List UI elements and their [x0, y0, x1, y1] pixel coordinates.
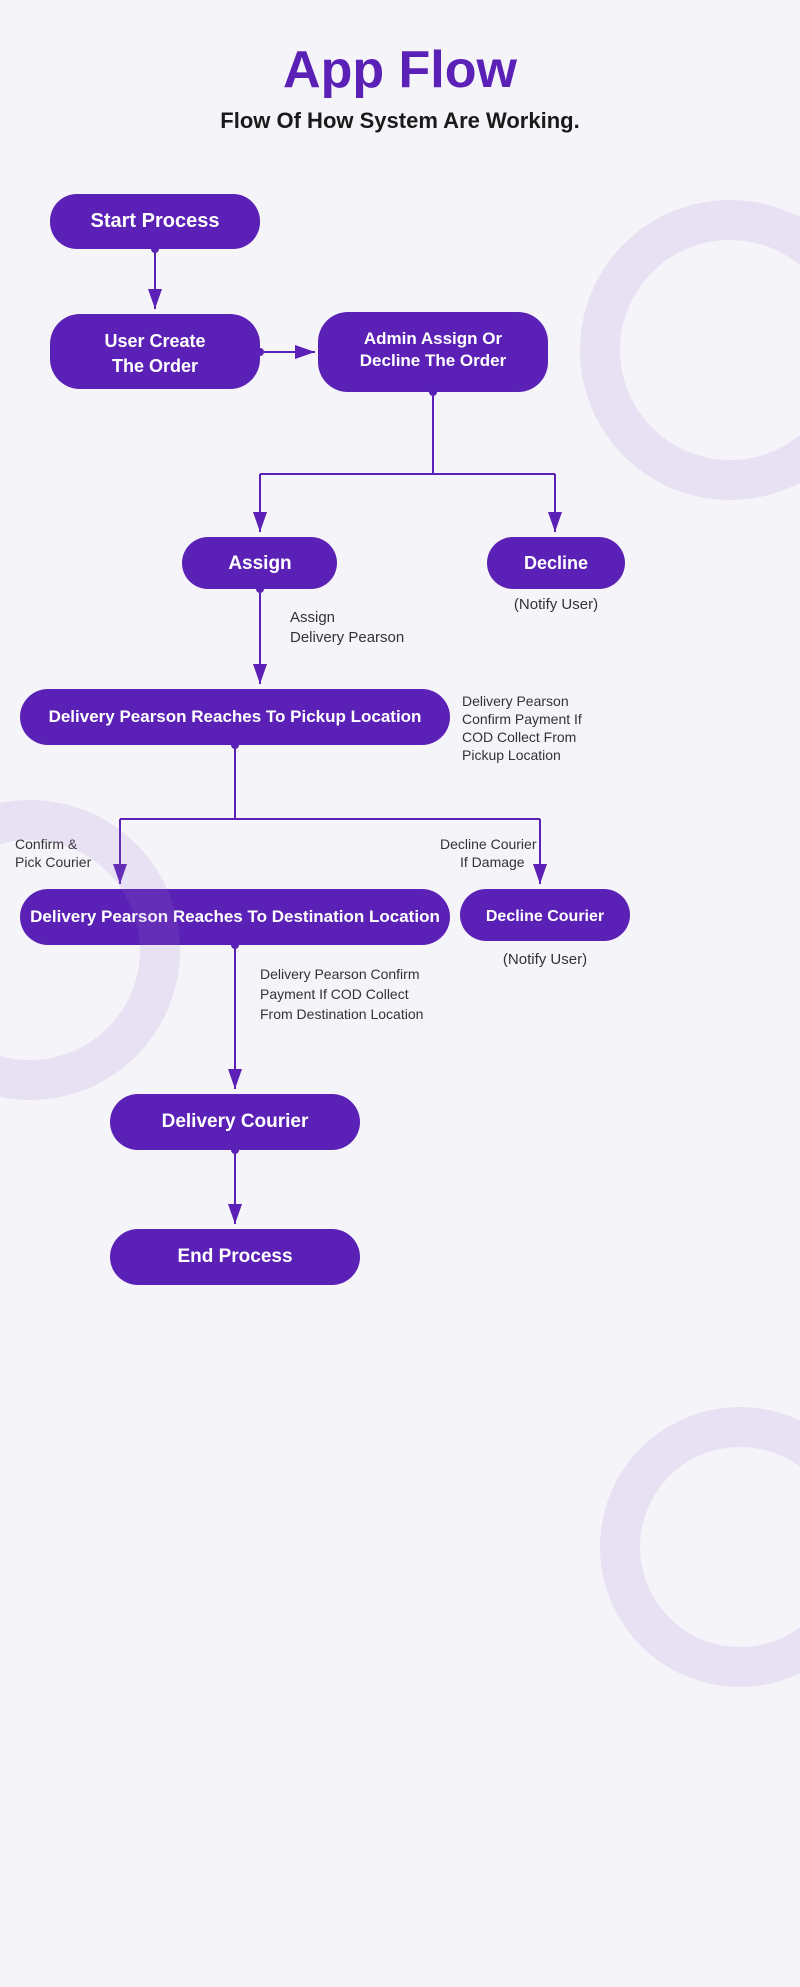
svg-text:Decline Courier: Decline Courier	[486, 908, 604, 925]
subtitle: Flow Of How System Are Working.	[0, 108, 800, 134]
svg-text:Delivery Pearson Confirm: Delivery Pearson Confirm	[260, 966, 420, 982]
svg-text:End Process: End Process	[177, 1246, 292, 1267]
svg-text:Delivery Pearson: Delivery Pearson	[462, 693, 569, 709]
page-container: App Flow Flow Of How System Are Working.…	[0, 0, 800, 1987]
svg-text:Decline The Order: Decline The Order	[360, 351, 507, 370]
svg-text:Delivery Pearson Reaches To De: Delivery Pearson Reaches To Destination …	[30, 907, 440, 926]
svg-text:Confirm &: Confirm &	[15, 836, 78, 852]
svg-text:Assign: Assign	[228, 553, 291, 574]
svg-text:Delivery Courier: Delivery Courier	[162, 1111, 309, 1132]
svg-text:User Create: User Create	[104, 331, 205, 351]
svg-text:If Damage: If Damage	[460, 854, 525, 870]
svg-text:Admin Assign Or: Admin Assign Or	[364, 329, 503, 348]
svg-text:The Order: The Order	[112, 356, 198, 376]
svg-text:From Destination Location: From Destination Location	[260, 1006, 423, 1022]
header: App Flow Flow Of How System Are Working.	[0, 40, 800, 134]
svg-text:(Notify User): (Notify User)	[503, 951, 587, 968]
svg-text:Delivery Pearson Reaches To Pi: Delivery Pearson Reaches To Pickup Locat…	[49, 707, 422, 726]
app-title: App Flow	[0, 40, 800, 100]
svg-text:Pick Courier: Pick Courier	[15, 854, 92, 870]
flow-diagram: Start Process User Create The Order Admi…	[0, 164, 800, 1914]
svg-text:(Notify User): (Notify User)	[514, 596, 598, 613]
svg-text:Delivery Pearson: Delivery Pearson	[290, 629, 404, 646]
svg-text:Decline: Decline	[524, 553, 588, 573]
svg-text:Payment If COD Collect: Payment If COD Collect	[260, 986, 409, 1002]
svg-text:COD Collect From: COD Collect From	[462, 729, 576, 745]
svg-text:Confirm Payment If: Confirm Payment If	[462, 711, 582, 727]
svg-text:Pickup Location: Pickup Location	[462, 747, 561, 763]
svg-text:Assign: Assign	[290, 609, 335, 626]
svg-text:Start Process: Start Process	[91, 210, 220, 232]
svg-text:Decline Courier: Decline Courier	[440, 836, 537, 852]
